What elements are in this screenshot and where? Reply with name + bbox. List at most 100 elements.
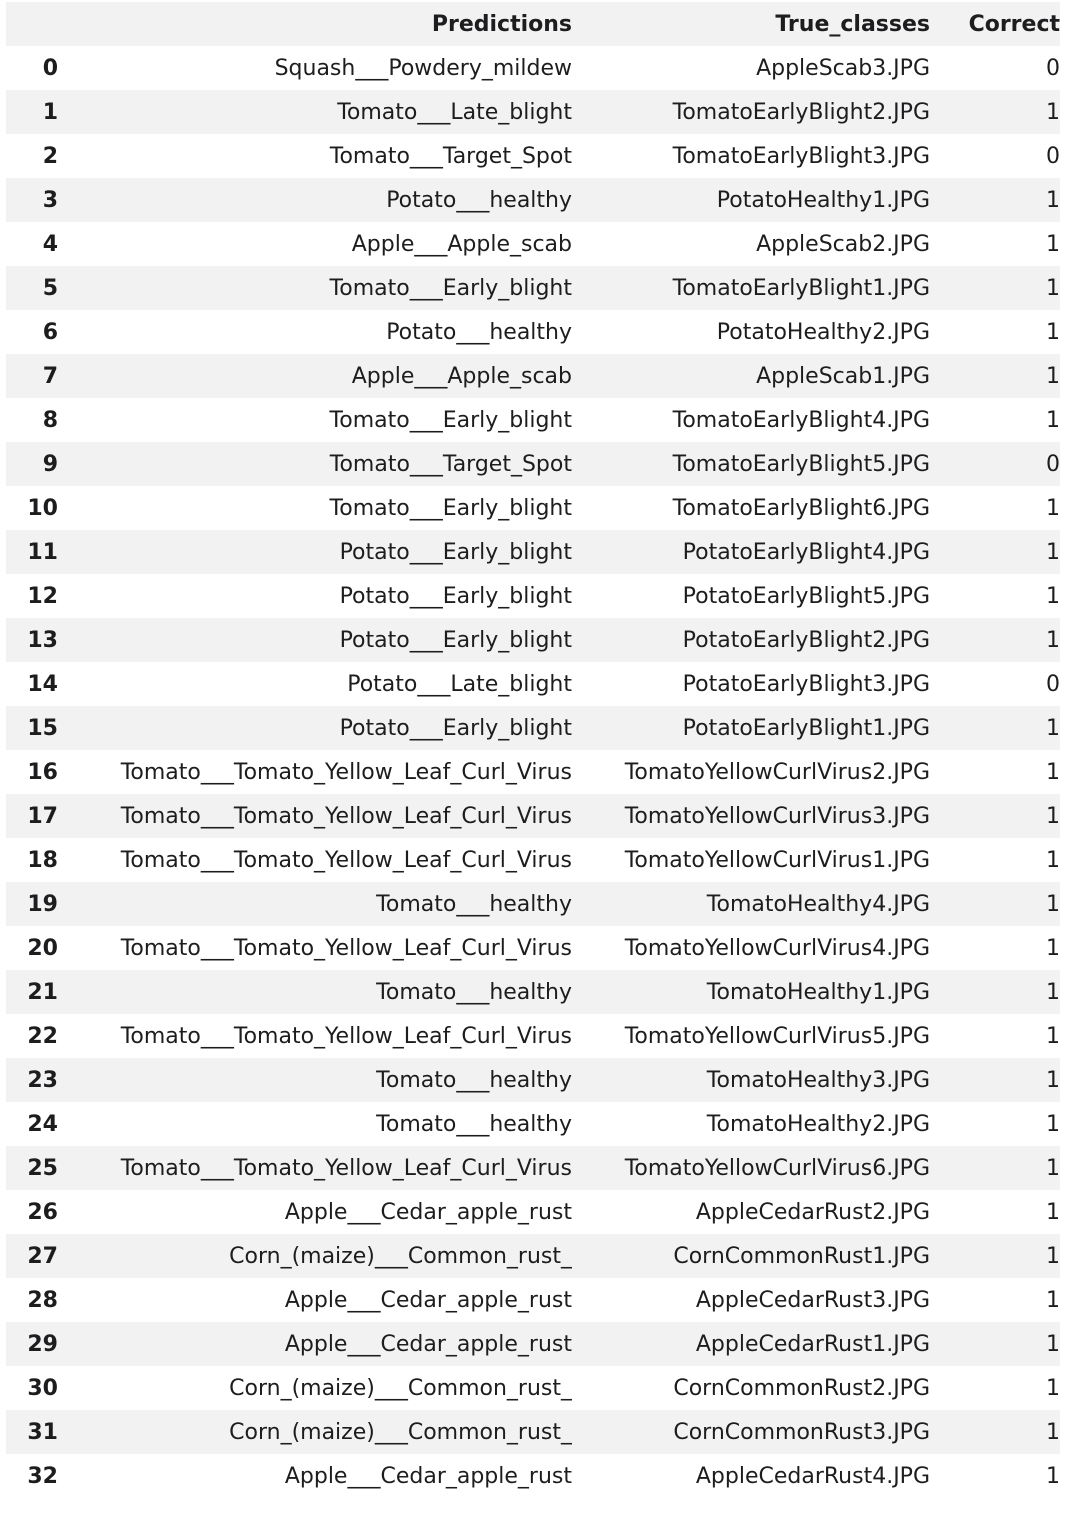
row-index: 9 bbox=[42, 451, 58, 477]
prediction-cell: Apple___Apple_scab bbox=[351, 363, 572, 389]
prediction-cell: Apple___Apple_scab bbox=[351, 231, 572, 257]
table-row: 5 Tomato___Early_blight TomatoEarlyBlight1… bbox=[6, 266, 1060, 310]
table-body: 0 Squash___Powdery_mildew AppleScab3.JPG 0 1… bbox=[6, 46, 1060, 1498]
table-row: 6 Potato___healthy PotatoHealthy2.JPG 1 bbox=[6, 310, 1060, 354]
correct-cell: 0 bbox=[1046, 671, 1060, 697]
row-index: 17 bbox=[27, 803, 58, 829]
prediction-cell: Apple___Cedar_apple_rust bbox=[284, 1463, 572, 1489]
table-row: 28 Apple___Cedar_apple_rust AppleCedarRust… bbox=[6, 1278, 1060, 1322]
table-row: 7 Apple___Apple_scab AppleScab1.JPG 1 bbox=[6, 354, 1060, 398]
prediction-cell: Squash___Powdery_mildew bbox=[274, 55, 572, 81]
true-class-cell: PotatoEarlyBlight3.JPG bbox=[682, 671, 930, 697]
true-class-cell: TomatoHealthy3.JPG bbox=[706, 1067, 930, 1093]
row-index: 23 bbox=[27, 1067, 58, 1093]
row-index: 27 bbox=[27, 1243, 58, 1269]
row-index: 28 bbox=[27, 1287, 58, 1313]
predictions-table: Predictions True_classes Correct 0 Squash… bbox=[6, 2, 1060, 1498]
prediction-cell: Potato___healthy bbox=[386, 319, 572, 345]
true-class-cell: AppleCedarRust4.JPG bbox=[695, 1463, 930, 1489]
true-class-cell: AppleCedarRust3.JPG bbox=[695, 1287, 930, 1313]
table-row: 31 Corn_(maize)___Common_rust_ CornCommonR… bbox=[6, 1410, 1060, 1454]
table-row: 0 Squash___Powdery_mildew AppleScab3.JPG 0 bbox=[6, 46, 1060, 90]
prediction-cell: Potato___healthy bbox=[386, 187, 572, 213]
table-row: 27 Corn_(maize)___Common_rust_ CornCommonR… bbox=[6, 1234, 1060, 1278]
true-class-cell: TomatoHealthy1.JPG bbox=[706, 979, 930, 1005]
row-index: 29 bbox=[27, 1331, 58, 1357]
true-class-cell: TomatoEarlyBlight4.JPG bbox=[672, 407, 930, 433]
table-row: 16 Tomato___Tomato_Yellow_Leaf_Curl_Virus… bbox=[6, 750, 1060, 794]
row-index: 15 bbox=[27, 715, 58, 741]
prediction-cell: Tomato___Tomato_Yellow_Leaf_Curl_Virus bbox=[120, 1023, 572, 1049]
correct-cell: 1 bbox=[1046, 363, 1060, 389]
row-index: 6 bbox=[42, 319, 58, 345]
true-class-cell: AppleScab3.JPG bbox=[756, 55, 930, 81]
true-class-cell: AppleCedarRust1.JPG bbox=[695, 1331, 930, 1357]
row-index: 24 bbox=[27, 1111, 58, 1137]
table-row: 22 Tomato___Tomato_Yellow_Leaf_Curl_Virus… bbox=[6, 1014, 1060, 1058]
true-class-cell: TomatoYellowCurlVirus3.JPG bbox=[624, 803, 930, 829]
table-row: 26 Apple___Cedar_apple_rust AppleCedarRust… bbox=[6, 1190, 1060, 1234]
correct-cell: 1 bbox=[1046, 1243, 1060, 1269]
true-class-cell: TomatoEarlyBlight6.JPG bbox=[672, 495, 930, 521]
correct-cell: 1 bbox=[1046, 275, 1060, 301]
prediction-cell: Potato___Early_blight bbox=[339, 627, 572, 653]
table-row: 19 Tomato___healthy TomatoHealthy4.JPG 1 bbox=[6, 882, 1060, 926]
prediction-cell: Potato___Early_blight bbox=[339, 715, 572, 741]
table-row: 29 Apple___Cedar_apple_rust AppleCedarRust… bbox=[6, 1322, 1060, 1366]
correct-cell: 1 bbox=[1046, 1199, 1060, 1225]
table-row: 24 Tomato___healthy TomatoHealthy2.JPG 1 bbox=[6, 1102, 1060, 1146]
prediction-cell: Tomato___Early_blight bbox=[329, 495, 572, 521]
true-class-cell: CornCommonRust2.JPG bbox=[673, 1375, 930, 1401]
prediction-cell: Tomato___healthy bbox=[376, 891, 572, 917]
true-class-cell: TomatoYellowCurlVirus6.JPG bbox=[624, 1155, 930, 1181]
prediction-cell: Tomato___Tomato_Yellow_Leaf_Curl_Virus bbox=[120, 759, 572, 785]
row-index: 31 bbox=[27, 1419, 58, 1445]
table-row: 8 Tomato___Early_blight TomatoEarlyBlight4… bbox=[6, 398, 1060, 442]
table-row: 10 Tomato___Early_blight TomatoEarlyBlight… bbox=[6, 486, 1060, 530]
true-class-cell: TomatoYellowCurlVirus1.JPG bbox=[624, 847, 930, 873]
true-class-cell: AppleScab1.JPG bbox=[756, 363, 930, 389]
table-row: 20 Tomato___Tomato_Yellow_Leaf_Curl_Virus… bbox=[6, 926, 1060, 970]
table-header: Predictions True_classes Correct bbox=[6, 2, 1060, 46]
header-correct: Correct bbox=[968, 11, 1060, 37]
true-class-cell: PotatoHealthy1.JPG bbox=[716, 187, 930, 213]
true-class-cell: PotatoHealthy2.JPG bbox=[716, 319, 930, 345]
correct-cell: 1 bbox=[1046, 187, 1060, 213]
row-index: 13 bbox=[27, 627, 58, 653]
row-index: 2 bbox=[42, 143, 58, 169]
correct-cell: 1 bbox=[1046, 1067, 1060, 1093]
table-row: 9 Tomato___Target_Spot TomatoEarlyBlight5.… bbox=[6, 442, 1060, 486]
prediction-cell: Tomato___healthy bbox=[376, 1067, 572, 1093]
row-index: 32 bbox=[27, 1463, 58, 1489]
table-row: 14 Potato___Late_blight PotatoEarlyBlight3… bbox=[6, 662, 1060, 706]
prediction-cell: Corn_(maize)___Common_rust_ bbox=[229, 1375, 572, 1401]
row-index: 12 bbox=[27, 583, 58, 609]
true-class-cell: CornCommonRust1.JPG bbox=[673, 1243, 930, 1269]
true-class-cell: TomatoEarlyBlight5.JPG bbox=[672, 451, 930, 477]
correct-cell: 1 bbox=[1046, 627, 1060, 653]
true-class-cell: PotatoEarlyBlight4.JPG bbox=[682, 539, 930, 565]
table-row: 23 Tomato___healthy TomatoHealthy3.JPG 1 bbox=[6, 1058, 1060, 1102]
true-class-cell: TomatoEarlyBlight1.JPG bbox=[672, 275, 930, 301]
correct-cell: 1 bbox=[1046, 759, 1060, 785]
correct-cell: 1 bbox=[1046, 1419, 1060, 1445]
prediction-cell: Tomato___Late_blight bbox=[337, 99, 572, 125]
prediction-cell: Apple___Cedar_apple_rust bbox=[284, 1199, 572, 1225]
prediction-cell: Tomato___Early_blight bbox=[329, 275, 572, 301]
correct-cell: 1 bbox=[1046, 1287, 1060, 1313]
prediction-cell: Potato___Early_blight bbox=[339, 583, 572, 609]
true-class-cell: TomatoYellowCurlVirus2.JPG bbox=[624, 759, 930, 785]
correct-cell: 1 bbox=[1046, 715, 1060, 741]
correct-cell: 1 bbox=[1046, 1331, 1060, 1357]
correct-cell: 1 bbox=[1046, 1155, 1060, 1181]
row-index: 16 bbox=[27, 759, 58, 785]
prediction-cell: Corn_(maize)___Common_rust_ bbox=[229, 1419, 572, 1445]
header-row: Predictions True_classes Correct bbox=[6, 2, 1060, 46]
header-predictions: Predictions bbox=[431, 11, 572, 37]
true-class-cell: PotatoEarlyBlight2.JPG bbox=[682, 627, 930, 653]
correct-cell: 1 bbox=[1046, 803, 1060, 829]
row-index: 25 bbox=[27, 1155, 58, 1181]
header-true-classes: True_classes bbox=[775, 11, 930, 37]
row-index: 0 bbox=[42, 55, 58, 81]
correct-cell: 1 bbox=[1046, 407, 1060, 433]
